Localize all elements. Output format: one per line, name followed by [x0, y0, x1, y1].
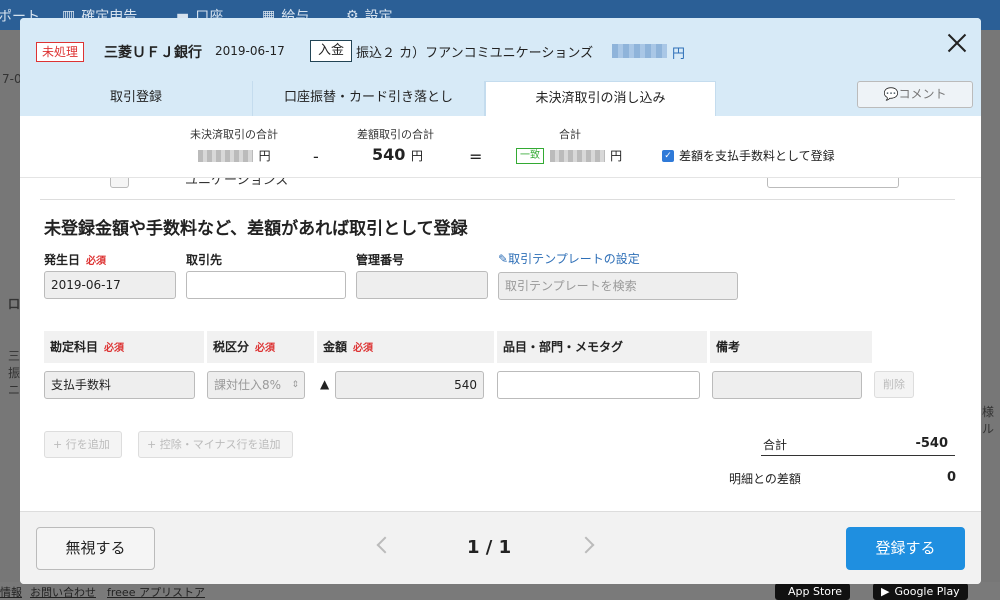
tab-account-transfer[interactable]: 口座振替・カード引き落とし	[253, 81, 485, 116]
total-value: -540	[915, 436, 948, 451]
account-input[interactable]: 支払手数料	[44, 371, 195, 399]
masked-amount	[612, 44, 667, 58]
template-search-input[interactable]: 取引テンプレートを検索	[498, 272, 738, 300]
date-label: 発生日 必須	[44, 253, 107, 267]
masked-amount	[198, 149, 253, 162]
footer-link[interactable]: freee アプリストア	[107, 584, 205, 600]
note-input[interactable]	[712, 371, 862, 399]
match-badge: 一致	[516, 147, 544, 164]
transaction-modal: 未処理 三菱ＵＦＪ銀行 2019-06-17 入金 振込２ カ）フアンコミユニケ…	[20, 18, 981, 584]
play-icon: ▶	[881, 585, 890, 598]
status-badge: 未処理	[36, 42, 85, 62]
col-header-tags: 品目・部門・メモタグ	[497, 331, 707, 363]
add-row-button[interactable]: + 行を追加	[44, 431, 122, 458]
amount-unit: 円	[672, 47, 686, 62]
tab-register-transaction[interactable]: 取引登録	[20, 81, 253, 116]
unsettled-total-value: 円	[198, 145, 271, 164]
template-settings-link[interactable]: ✎取引テンプレートの設定	[498, 250, 640, 267]
required-mark: 必須	[86, 256, 107, 267]
tax-select[interactable]: 課対仕入8% ⇕	[207, 371, 305, 399]
total-divider	[761, 455, 955, 456]
tab-settle-unsettled[interactable]: 未決済取引の消し込み	[485, 81, 716, 116]
diff-total-value: 540 円	[372, 145, 423, 164]
col-header-account: 勘定科目 必須	[44, 331, 204, 363]
unsettled-total-label: 未決済取引の合計	[190, 128, 278, 141]
masked-amount	[549, 149, 605, 162]
modal-footer: 無視する 1 / 1 登録する	[20, 511, 981, 584]
transaction-description: 振込２ カ）フアンコミユニケーションズ	[356, 46, 594, 61]
amount-input[interactable]: 540	[335, 371, 484, 399]
manage-number-input[interactable]	[356, 271, 488, 299]
summary-bar: 未決済取引の合計 円 - 差額取引の合計 540 円 = 合計 一致 円 ✓ 差…	[20, 116, 981, 178]
partner-input[interactable]	[186, 271, 346, 299]
google-play-badge[interactable]: ▶ Google Play	[873, 583, 968, 600]
register-button[interactable]: 登録する	[846, 527, 965, 570]
footer-link[interactable]: 情報	[0, 584, 22, 600]
col-header-amount: 金額 必須	[317, 331, 494, 363]
chevron-right-icon[interactable]	[577, 536, 595, 554]
diff-total-label: 差額取引の合計	[357, 128, 434, 141]
stepper-icon: ⇕	[291, 380, 299, 390]
col-header-note: 備考	[710, 331, 872, 363]
scrolled-row-peek: ユニケーションズ	[20, 178, 981, 200]
background-text: 様ル	[982, 405, 995, 436]
minus-operator: -	[313, 147, 319, 166]
checkbox-checked-icon[interactable]: ✓	[662, 149, 674, 162]
manage-number-label: 管理番号	[356, 253, 405, 267]
bank-name: 三菱ＵＦＪ銀行	[104, 45, 202, 61]
delete-row-button[interactable]: 削除	[874, 371, 914, 398]
total-label: 合計	[763, 438, 788, 452]
col-header-tax: 税区分 必須	[207, 331, 314, 363]
divider	[40, 199, 955, 200]
app-store-badge[interactable]: App Store	[775, 583, 851, 600]
close-icon[interactable]	[944, 30, 970, 56]
page-indicator: 1 / 1	[467, 537, 512, 558]
partner-label: 取引先	[186, 253, 223, 267]
equals-operator: =	[469, 147, 483, 166]
date-input[interactable]: 2019-06-17	[44, 271, 176, 299]
section-title: 未登録金額や手数料など、差額があれば取引として登録	[44, 219, 468, 239]
transaction-date: 2019-06-17	[215, 44, 285, 58]
row-button	[110, 178, 129, 188]
grand-total-label: 合計	[559, 128, 581, 141]
background-text: 三	[8, 349, 21, 363]
grand-total-value: 一致 円	[516, 145, 622, 164]
minus-triangle: ▲	[320, 377, 330, 391]
diff-value: 0	[946, 470, 956, 485]
background-text: ニ	[8, 383, 21, 397]
diff-as-fee-checkbox[interactable]: ✓ 差額を支払手数料として登録	[662, 147, 835, 164]
diff-label: 明細との差額	[729, 472, 801, 486]
peek-partner-text: ユニケーションズ	[185, 178, 289, 188]
add-minus-row-button[interactable]: + 控除・マイナス行を追加	[138, 431, 293, 458]
modal-header: 未処理 三菱ＵＦＪ銀行 2019-06-17 入金 振込２ カ）フアンコミユニケ…	[20, 18, 981, 116]
tags-input[interactable]	[497, 371, 700, 399]
row-select	[767, 178, 899, 188]
deposit-badge: 入金	[310, 40, 353, 62]
chevron-left-icon[interactable]	[376, 536, 394, 554]
edit-icon: ✎	[498, 252, 509, 266]
footer-link[interactable]: お問い合わせ	[30, 584, 96, 600]
background-text: 振	[8, 366, 21, 380]
background-text: 口	[8, 297, 21, 311]
comment-button[interactable]: 💬コメント	[857, 81, 973, 108]
ignore-button[interactable]: 無視する	[36, 527, 155, 570]
